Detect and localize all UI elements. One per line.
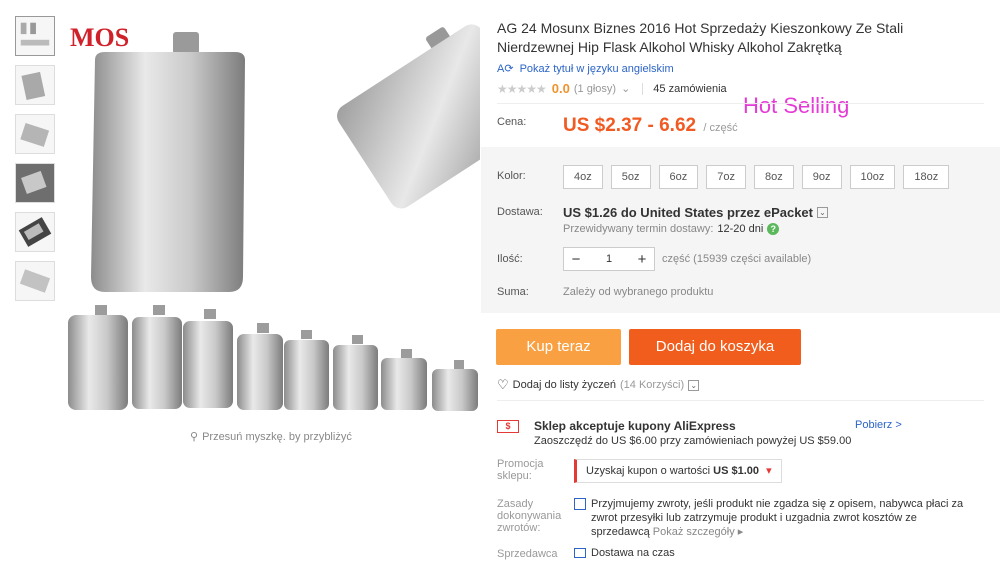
chevron-down-icon: ▾ xyxy=(766,465,772,477)
thumbnail-1[interactable] xyxy=(15,16,55,56)
promo-label: Promocja sklepu: xyxy=(497,458,544,482)
divider xyxy=(497,103,984,104)
color-option-10oz[interactable]: 10oz xyxy=(849,165,896,189)
coupon-icon: $ xyxy=(497,420,519,433)
svg-text:MOS: MOS xyxy=(70,23,129,52)
thumbnail-4[interactable] xyxy=(15,163,55,203)
shipping-label: Dostawa: xyxy=(497,206,543,218)
thumbnail-6[interactable] xyxy=(15,261,55,301)
add-to-cart-button[interactable]: Dodaj do koszyka xyxy=(629,329,801,365)
returns-policy: Przyjmujemy zwroty, jeśli produkt nie zg… xyxy=(574,497,969,539)
chevron-down-icon[interactable]: ⌄ xyxy=(816,207,828,218)
price-unit: / część xyxy=(703,122,738,134)
seller-service: Dostawa na czas xyxy=(574,547,675,559)
hot-selling-label: Hot Selling xyxy=(743,93,850,118)
star-rating-icon: ★★★★★ xyxy=(497,81,547,96)
quantity-available: część (15939 części available) xyxy=(662,253,812,265)
wishlist-count: (14 Korzyści) xyxy=(619,379,685,391)
color-option-4oz[interactable]: 4oz xyxy=(563,165,603,189)
color-option-6oz[interactable]: 6oz xyxy=(658,165,699,189)
quantity-decrease-button[interactable]: − xyxy=(564,251,588,268)
rating-row: ★★★★★ 0.0 (1 głosy) ⌄ 45 zamówienia xyxy=(497,81,727,96)
price-value: US $2.37 - 6.62 / część xyxy=(563,115,738,137)
add-to-wishlist[interactable]: ♡ Dodaj do listy życzeń (14 Korzyści) ⌄ xyxy=(497,377,700,393)
zoom-hint-text: Przesuń myszkę. by przybliżyć xyxy=(202,430,352,443)
delivery-days: 12-20 dni xyxy=(717,223,764,235)
promo-text: Uzyskaj kupon o wartości xyxy=(586,465,711,477)
returns-label: Zasady dokonywania zwrotów: xyxy=(497,498,562,534)
color-option-5oz[interactable]: 5oz xyxy=(610,165,651,189)
show-details-link[interactable]: Pokaż szczegóły ▸ xyxy=(653,526,744,538)
color-options: 4oz 5oz 6oz 7oz 8oz 9oz 10oz 18oz xyxy=(563,165,950,189)
total-label: Suma: xyxy=(497,286,529,298)
chevron-down-icon[interactable]: ⌄ xyxy=(688,379,700,391)
quantity-stepper: − 1 + xyxy=(563,247,655,271)
returns-icon xyxy=(574,498,586,510)
thumbnail-list xyxy=(15,16,59,310)
thumbnail-2[interactable] xyxy=(15,65,55,105)
color-option-18oz[interactable]: 18oz xyxy=(903,165,950,189)
price-range: US $2.37 - 6.62 xyxy=(563,115,697,136)
color-option-9oz[interactable]: 9oz xyxy=(801,165,842,189)
quantity-input[interactable]: 1 xyxy=(588,253,630,265)
chevron-down-icon[interactable]: ⌄ xyxy=(621,82,630,95)
help-icon[interactable]: ? xyxy=(767,223,780,235)
color-option-8oz[interactable]: 8oz xyxy=(754,165,794,189)
show-details-label: Pokaż szczegóły xyxy=(652,526,735,538)
shipping-value: US $1.26 do United States przez ePacket xyxy=(563,205,813,220)
translate-title-link[interactable]: A⟳ Pokaż tytuł w języku angielskim xyxy=(497,62,674,76)
shipping-selector[interactable]: US $1.26 do United States przez ePacket … xyxy=(563,205,828,220)
translate-icon: A⟳ xyxy=(497,63,514,75)
seller-label: Sprzedawca xyxy=(497,548,558,560)
rating-value: 0.0 xyxy=(551,81,570,96)
thumbnail-3[interactable] xyxy=(15,114,55,154)
total-value: Zależy od wybranego produktu xyxy=(563,286,714,298)
coupon-title: Sklep akceptuje kupony AliExpress xyxy=(534,419,736,433)
quantity-increase-button[interactable]: + xyxy=(630,251,654,268)
buy-now-button[interactable]: Kup teraz xyxy=(496,329,621,365)
wishlist-label: Dodaj do listy życzeń xyxy=(512,379,616,391)
thumbnail-5[interactable] xyxy=(15,212,55,252)
heart-icon: ♡ xyxy=(497,377,509,392)
returns-text: Przyjmujemy zwroty, jeśli produkt nie zg… xyxy=(591,498,964,538)
product-main-image[interactable]: MOS xyxy=(65,12,480,422)
delivery-estimate: Przewidywany termin dostawy: 12-20 dni ? xyxy=(563,223,780,235)
product-info-panel: AG 24 Mosunx Biznes 2016 Hot Sprzedaży K… xyxy=(481,0,1000,563)
coupon-subtitle: Zaoszczędź do US $6.00 przy zamówieniach… xyxy=(534,435,852,447)
quantity-label: Ilość: xyxy=(497,253,523,265)
get-coupon-link[interactable]: Pobierz > xyxy=(855,419,902,431)
store-coupon-selector[interactable]: Uzyskaj kupon o wartości US $1.00 ▾ xyxy=(574,459,782,483)
price-label: Cena: xyxy=(497,116,527,128)
truck-icon xyxy=(574,548,586,558)
delivery-prefix: Przewidywany termin dostawy: xyxy=(563,223,714,235)
color-option-7oz[interactable]: 7oz xyxy=(706,165,746,189)
seller-service-text: Dostawa na czas xyxy=(591,547,675,559)
divider xyxy=(497,400,984,401)
promo-amount: US $1.00 xyxy=(713,465,760,477)
product-title: AG 24 Mosunx Biznes 2016 Hot Sprzedaży K… xyxy=(497,20,904,55)
zoom-hint: ⚲ Przesuń myszkę. by przybliżyć xyxy=(190,430,352,444)
magnifier-icon: ⚲ xyxy=(190,431,199,443)
orders-count: 45 zamówienia xyxy=(642,82,727,95)
rating-votes[interactable]: (1 głosy) xyxy=(574,83,616,95)
translate-title-label: Pokaż tytuł w języku angielskim xyxy=(519,62,674,75)
color-label: Kolor: xyxy=(497,170,526,182)
